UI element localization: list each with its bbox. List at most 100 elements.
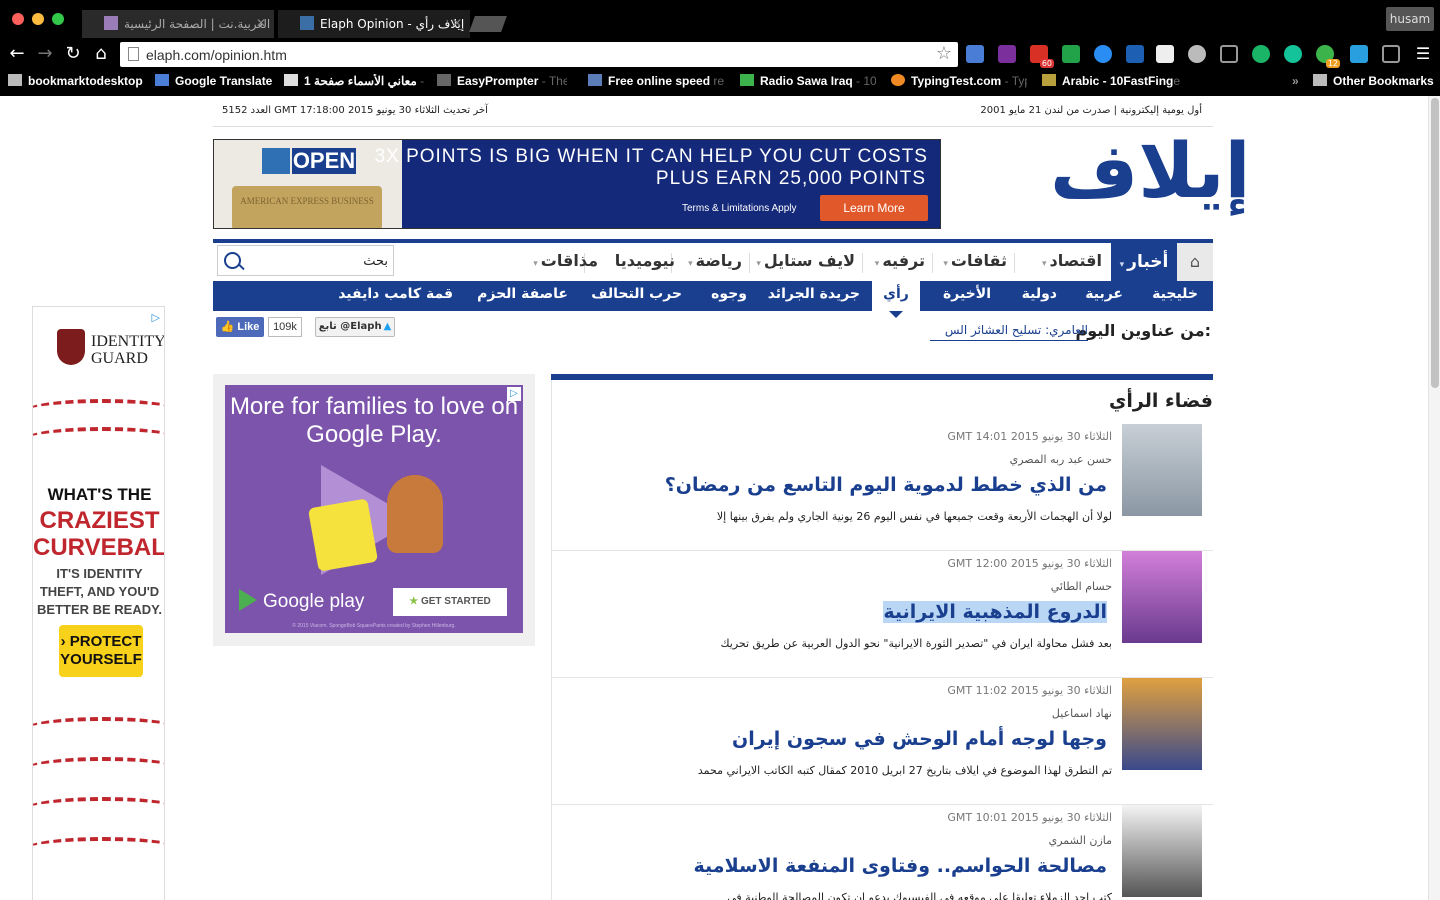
scrollbar-thumb[interactable] [1431,98,1439,388]
search-input[interactable] [250,249,388,273]
search-icon[interactable] [224,252,241,269]
nav-item-culture[interactable]: ▾ ثقافات [943,251,1007,270]
article-headline[interactable]: وجها لوجه أمام الوحش في سجون إيران [732,728,1107,750]
new-tab-button[interactable] [469,16,507,32]
twitter-follow-button[interactable]: تابع @Elaph ▲ [315,317,395,337]
article-author[interactable]: نهاد اسماعيل [1052,707,1112,720]
baseball-stitch [33,757,164,783]
learn-more-button[interactable]: Learn More [820,195,928,221]
tab-extension-icon[interactable] [1062,45,1080,63]
page-scrollbar[interactable] [1428,96,1440,900]
forward-arrow-icon[interactable]: → [34,43,56,65]
screen-extension-icon[interactable] [1382,45,1400,63]
nav-item-food[interactable]: ▾ مذاقات [533,251,598,270]
tab-title: العربية.نت | الصفحة الرئيسية [124,17,271,31]
subnav-opinion[interactable]: رأي [872,281,920,311]
other-bookmarks[interactable]: Other Bookmarks [1313,74,1434,88]
article-author[interactable]: مازن الشمري [1049,834,1112,847]
address-bar[interactable]: ☆ [120,42,958,67]
url-input[interactable] [146,44,916,65]
check-extension-icon[interactable] [1350,45,1368,63]
nav-item-news[interactable]: ▾ أخبار [1111,243,1177,281]
ad-headline: 3X POINTS IS BIG WHEN IT CAN HELP YOU CU… [374,146,928,167]
close-window-button[interactable] [12,13,24,25]
author-photo[interactable] [1122,805,1202,897]
bookmark-item[interactable]: Google Translate [155,74,272,88]
chart-extension-icon[interactable] [1126,45,1144,63]
business-card-image: AMERICAN EXPRESS BUSINESS [232,186,382,228]
nav-item-entertainment[interactable]: ▾ ترفيه [875,251,925,270]
bookmark-item[interactable]: Radio Sawa Iraq - 10 [740,74,876,88]
bookmark-item[interactable]: bookmarktodesktop [8,74,143,88]
messenger-extension-icon[interactable] [1094,45,1112,63]
headline-ticker-link[interactable]: العامري: تسليح العشائر الس [930,323,1088,341]
article-headline[interactable]: من الذي خطط لدموية اليوم التاسع من رمضان… [665,474,1107,496]
bookmark-star-icon[interactable]: ☆ [936,43,952,64]
bookmark-item[interactable]: معاني الأسماء صفحة 1 - ... [284,74,424,88]
author-photo[interactable] [1122,678,1202,770]
home-icon[interactable]: ⌂ [1177,243,1213,281]
author-photo[interactable] [1122,424,1202,516]
bookmark-item[interactable]: EasyPrompter - The [437,74,567,88]
bookmark-item[interactable]: Free online speed re [588,74,724,88]
amex-banner-ad[interactable]: OPEN AMERICAN EXPRESS BUSINESS 3X POINTS… [213,139,941,229]
grammarly-extension-icon[interactable] [1284,45,1302,63]
speed-extension-icon[interactable]: 12 [1316,45,1340,68]
subnav-coalition-war[interactable]: حرب التحالف [591,286,682,302]
tab-elaph-opinion[interactable]: Elaph Opinion - إيلاف رأي ✕ [278,10,470,38]
yahoo-extension-icon[interactable] [998,45,1016,63]
page-icon [128,47,139,61]
subnav-camp-david[interactable]: قمة كامب دايفيد [338,286,453,302]
nav-item-sports[interactable]: ▾ رياضة [688,251,742,270]
article-author[interactable]: حسام الطائي [1051,580,1112,593]
issue-number: العدد 5152 [222,105,271,116]
nav-item-economy[interactable]: ▾ اقتصاد [1042,251,1102,270]
back-arrow-icon[interactable]: ← [6,43,28,65]
fastfingers-icon [1042,74,1056,86]
subnav-arab[interactable]: عربية [1085,286,1123,302]
nav-item-newmedia[interactable]: نيوميديا [615,251,675,270]
pocket-extension-icon[interactable] [1156,45,1174,63]
close-tab-icon[interactable]: ✕ [256,16,266,30]
nav-label: ثقافات [950,251,1007,270]
minimize-window-button[interactable] [32,13,44,25]
close-tab-icon[interactable]: ✕ [452,16,462,30]
adchoices-icon[interactable]: ▷ [152,311,160,324]
translate-extension-icon[interactable] [966,45,984,63]
google-play-ad[interactable]: ▷ More for families to love on Google Pl… [225,385,523,633]
article-author[interactable]: حسن عبد ربه المصري [1010,453,1112,466]
subnav-press-review[interactable]: جريدة الجرائد [768,286,860,302]
reload-icon[interactable]: ↻ [62,43,84,65]
site-logo[interactable]: إيلاف [1050,126,1254,215]
subnav-decisive-storm[interactable]: عاصفة الحزم [477,286,568,302]
tab-alarabiya[interactable]: العربية.نت | الصفحة الرئيسية ✕ [82,10,274,38]
bookmark-item[interactable]: Arabic - 10FastFinge [1042,74,1182,88]
bookmark-item[interactable]: TypingTest.com - Typ [891,74,1027,88]
article-headline[interactable]: مصالحة الحواسم.. وفتاوى المنفعة الاسلامي… [694,855,1107,877]
get-started-button[interactable]: ★ GET STARTED [393,588,507,616]
ad-title: More for families to love on Google Play… [229,393,519,448]
nav-item-lifestyle[interactable]: ▾ لايف ستايل [756,251,855,270]
author-photo[interactable] [1122,551,1202,643]
clock-extension-icon[interactable] [1188,45,1206,63]
home-icon[interactable]: ⌂ [90,43,112,65]
cast-extension-icon[interactable] [1220,45,1238,63]
bookmarks-overflow-button[interactable]: » [1292,74,1299,88]
bookmarks-bar: bookmarktodesktop Google Translate معاني… [0,68,1440,96]
protect-yourself-button[interactable]: › PROTECT YOURSELF [59,625,143,677]
subnav-latest[interactable]: الأخيرة [943,286,991,302]
identity-guard-ad[interactable]: ▷ IDENTITY GUARD WHAT'S THE CRAZIEST CURV… [32,306,165,900]
green-extension-icon[interactable] [1252,45,1270,63]
subnav-international[interactable]: دولية [1022,286,1057,302]
subnav-faces[interactable]: وجوه [711,286,747,302]
maximize-window-button[interactable] [52,13,64,25]
profile-button[interactable]: husam [1386,7,1434,31]
article-headline[interactable]: الدروع المذهبية الايرانية [883,601,1107,623]
google-play-logo: Google play [239,589,364,613]
gmail-extension-icon[interactable]: 60 [1030,45,1054,68]
brand-line-1: IDENTITY [91,333,165,350]
facebook-like-button[interactable]: 👍 Like [216,317,264,337]
nav-label: رياضة [695,251,742,270]
subnav-gulf[interactable]: خليجية [1152,286,1198,302]
menu-icon[interactable]: ☰ [1412,43,1434,65]
